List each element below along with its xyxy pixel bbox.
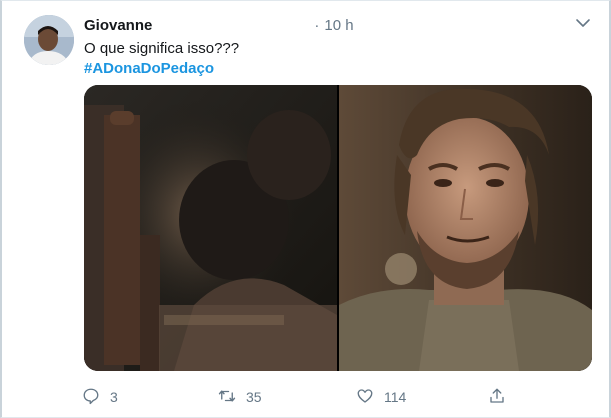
chevron-down-icon[interactable] <box>575 15 591 31</box>
tweet-text: O que significa isso??? <box>84 40 240 57</box>
avatar[interactable] <box>24 15 74 65</box>
tweet-card[interactable]: Giovanne · 10 h O que significa isso??? … <box>0 0 611 418</box>
media-grid[interactable] <box>84 85 592 371</box>
tweet-actions: 3 35 114 <box>82 387 512 407</box>
retweet-count: 35 <box>246 389 262 405</box>
retweet-button[interactable]: 35 <box>218 387 262 407</box>
tweet-header: Giovanne · 10 h <box>84 15 354 35</box>
redacted-handle <box>158 18 311 32</box>
hashtag-link[interactable]: #ADonaDoPedaço <box>84 59 214 79</box>
media-image-left[interactable] <box>84 85 337 371</box>
like-count: 114 <box>384 389 407 405</box>
author-name[interactable]: Giovanne <box>84 17 152 34</box>
reply-count: 3 <box>110 389 118 405</box>
share-button[interactable] <box>488 387 506 407</box>
reply-button[interactable]: 3 <box>82 387 118 407</box>
heart-icon <box>356 387 374 408</box>
comment-icon <box>82 387 100 408</box>
media-image-right[interactable] <box>339 85 592 371</box>
like-button[interactable]: 114 <box>356 387 406 407</box>
avatar-image <box>24 15 74 65</box>
timestamp[interactable]: 10 h <box>324 17 353 34</box>
retweet-icon <box>218 387 236 408</box>
separator-dot: · <box>314 16 320 34</box>
share-icon <box>488 387 506 408</box>
